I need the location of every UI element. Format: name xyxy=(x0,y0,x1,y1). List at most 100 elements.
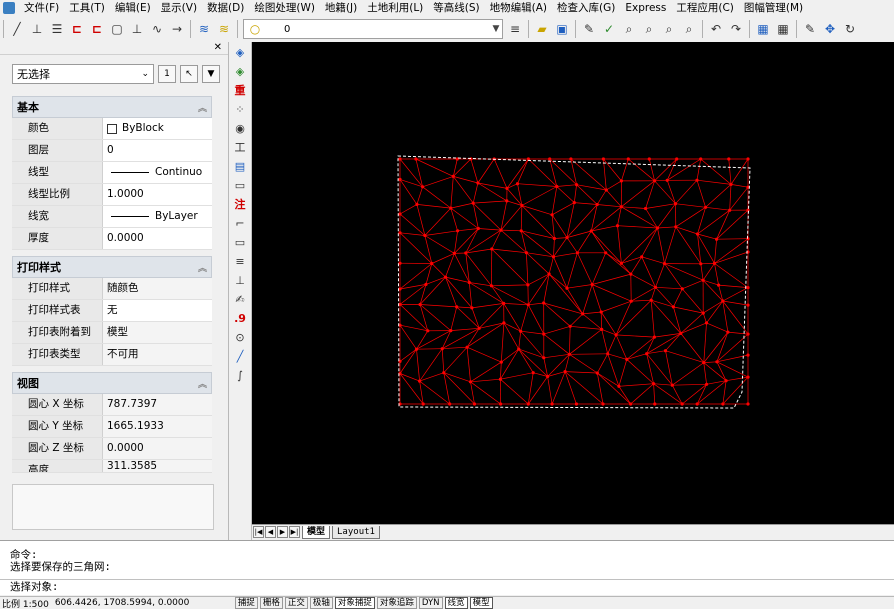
close-icon[interactable]: ✕ xyxy=(214,42,222,54)
pan-icon[interactable]: ✥ xyxy=(821,20,839,38)
last-tab-icon[interactable]: ▶| xyxy=(289,526,300,538)
menu-edit[interactable]: 编辑(E) xyxy=(110,0,156,16)
undo-icon[interactable]: ↶ xyxy=(707,20,725,38)
menu-sheet[interactable]: 图幅管理(M) xyxy=(739,0,808,16)
zoom-realtime-icon[interactable]: ⌕ xyxy=(620,20,638,38)
section-header-basic[interactable]: 基本 ︽ xyxy=(12,96,212,118)
write-icon[interactable]: ✍ xyxy=(231,290,249,308)
app-icon[interactable] xyxy=(3,2,15,14)
prop-row-lineweight[interactable]: 线宽 ByLayer xyxy=(12,206,212,228)
toggle-ortho[interactable]: 正交 xyxy=(285,597,308,609)
prop-row-height[interactable]: 高度 311.3585 xyxy=(12,460,212,473)
chevron-down-icon[interactable]: ▼ xyxy=(490,24,502,34)
hline-icon[interactable]: ≡ xyxy=(231,252,249,270)
layer-manager-icon[interactable]: ≋ xyxy=(195,20,213,38)
prop-row-center-y[interactable]: 圆心 Y 坐标 1665.1933 xyxy=(12,416,212,438)
menu-express[interactable]: Express xyxy=(620,0,671,16)
prop-row-thickness[interactable]: 厚度 0.0000 xyxy=(12,228,212,250)
prop-row-layer[interactable]: 图层 0 xyxy=(12,140,212,162)
menu-feature-edit[interactable]: 地物编辑(A) xyxy=(485,0,552,16)
prop-row-linetype[interactable]: 线型 Continuo xyxy=(12,162,212,184)
toggle-osnap[interactable]: 对象捕捉 xyxy=(335,597,375,609)
zoom-window-icon[interactable]: ⌕ xyxy=(640,20,658,38)
toggle-pickadd-button[interactable]: 1 xyxy=(158,65,176,83)
save-icon[interactable]: ▣ xyxy=(553,20,571,38)
collapse-icon[interactable]: ︽ xyxy=(198,261,207,274)
toggle-otrack[interactable]: 对象追踪 xyxy=(377,597,417,609)
section-header-view[interactable]: 视图 ︽ xyxy=(12,372,212,394)
ruler-icon[interactable]: ▭ xyxy=(231,176,249,194)
dimension-vertical-icon[interactable]: 工 xyxy=(231,138,249,156)
tab-layout1[interactable]: Layout1 xyxy=(332,526,380,539)
menu-view[interactable]: 显示(V) xyxy=(156,0,202,16)
next-tab-icon[interactable]: ▶ xyxy=(277,526,288,538)
toggle-snap[interactable]: 捕捉 xyxy=(235,597,258,609)
grid-table-icon[interactable]: ▦ xyxy=(774,20,792,38)
elevation-button[interactable]: .9 xyxy=(231,309,249,327)
corner-icon[interactable]: ⌐ xyxy=(231,214,249,232)
prop-row-color[interactable]: 颜色 ByBlock xyxy=(12,118,212,140)
check-tag-icon[interactable]: ◈ xyxy=(231,62,249,80)
arrow-line-icon[interactable]: → xyxy=(168,20,186,38)
prop-row-plot-table-attached[interactable]: 打印表附着到 模型 xyxy=(12,322,212,344)
prop-row-center-z[interactable]: 圆心 Z 坐标 0.0000 xyxy=(12,438,212,460)
prop-row-plot-style[interactable]: 打印样式 随颜色 xyxy=(12,278,212,300)
step-icon[interactable]: ⊥ xyxy=(128,20,146,38)
bracket-icon[interactable]: ⊏ xyxy=(68,20,86,38)
menu-file[interactable]: 文件(F) xyxy=(19,0,64,16)
pencil-icon[interactable]: ✎ xyxy=(580,20,598,38)
camera-icon[interactable]: ◉ xyxy=(231,119,249,137)
redo-icon[interactable]: ↷ xyxy=(727,20,745,38)
menu-tools[interactable]: 工具(T) xyxy=(64,0,110,16)
polyline-icon[interactable]: ∿ xyxy=(148,20,166,38)
scale-readout[interactable]: 比例 1:500 xyxy=(0,597,49,609)
rectangle-icon[interactable]: ▢ xyxy=(108,20,126,38)
menu-landuse[interactable]: 土地利用(L) xyxy=(362,0,428,16)
slope-line-icon[interactable]: ╱ xyxy=(231,347,249,365)
line-tool-icon[interactable]: ╱ xyxy=(8,20,26,38)
menu-drawing[interactable]: 绘图处理(W) xyxy=(249,0,320,16)
menu-contour[interactable]: 等高线(S) xyxy=(428,0,484,16)
menu-cadastre[interactable]: 地籍(J) xyxy=(320,0,362,16)
command-input[interactable]: 选择对象: xyxy=(0,579,894,595)
zoom-extents-icon[interactable]: ⌕ xyxy=(680,20,698,38)
orbit-icon[interactable]: ↻ xyxy=(841,20,859,38)
menu-check[interactable]: 检查入库(G) xyxy=(552,0,620,16)
toggle-lineweight[interactable]: 线宽 xyxy=(445,597,468,609)
duplicate-button[interactable]: 重 xyxy=(231,81,249,99)
first-tab-icon[interactable]: |◀ xyxy=(253,526,264,538)
section-header-plotstyle[interactable]: 打印样式 ︽ xyxy=(12,256,212,278)
annotate-button[interactable]: 注 xyxy=(231,195,249,213)
rectangle-icon[interactable]: ▭ xyxy=(231,233,249,251)
edit-icon[interactable]: ✎ xyxy=(801,20,819,38)
tag-icon[interactable]: ◈ xyxy=(231,43,249,61)
bracket-alt-icon[interactable]: ⊏ xyxy=(88,20,106,38)
layer-dropdown[interactable]: ○ 0 ▼ xyxy=(243,19,503,39)
building-icon[interactable]: ▤ xyxy=(231,157,249,175)
multiline-icon[interactable]: ☰ xyxy=(48,20,66,38)
baseline-icon[interactable]: ⊥ xyxy=(231,271,249,289)
prop-row-plot-style-table[interactable]: 打印样式表 无 xyxy=(12,300,212,322)
layer-states-icon[interactable]: ≋ xyxy=(215,20,233,38)
menu-data[interactable]: 数据(D) xyxy=(202,0,249,16)
dimension-icon[interactable]: ⊥ xyxy=(28,20,46,38)
prop-row-linetype-scale[interactable]: 线型比例 1.0000 xyxy=(12,184,212,206)
match-icon[interactable]: ✓ xyxy=(600,20,618,38)
panel-titlebar[interactable]: ✕ xyxy=(0,42,228,55)
collapse-icon[interactable]: ︽ xyxy=(198,377,207,390)
prop-row-plot-table-type[interactable]: 打印表类型 不可用 xyxy=(12,344,212,366)
lineweight-icon[interactable]: ≡ xyxy=(506,20,524,38)
prev-tab-icon[interactable]: ◀ xyxy=(265,526,276,538)
zoom-previous-icon[interactable]: ⌕ xyxy=(660,20,678,38)
quick-select-button[interactable]: ▼ xyxy=(202,65,220,83)
selection-dropdown[interactable]: 无选择 ⌄ xyxy=(12,64,154,84)
select-objects-button[interactable]: ↖ xyxy=(180,65,198,83)
toggle-polar[interactable]: 极轴 xyxy=(310,597,333,609)
open-icon[interactable]: ▰ xyxy=(533,20,551,38)
toggle-grid[interactable]: 栅格 xyxy=(260,597,283,609)
toggle-model[interactable]: 模型 xyxy=(470,597,493,609)
properties-icon[interactable]: ▦ xyxy=(754,20,772,38)
command-window[interactable]: 命令: 选择要保存的三角网: 选择对象: xyxy=(0,540,894,595)
tab-model[interactable]: 模型 xyxy=(302,526,330,539)
drawing-canvas[interactable] xyxy=(252,42,894,524)
